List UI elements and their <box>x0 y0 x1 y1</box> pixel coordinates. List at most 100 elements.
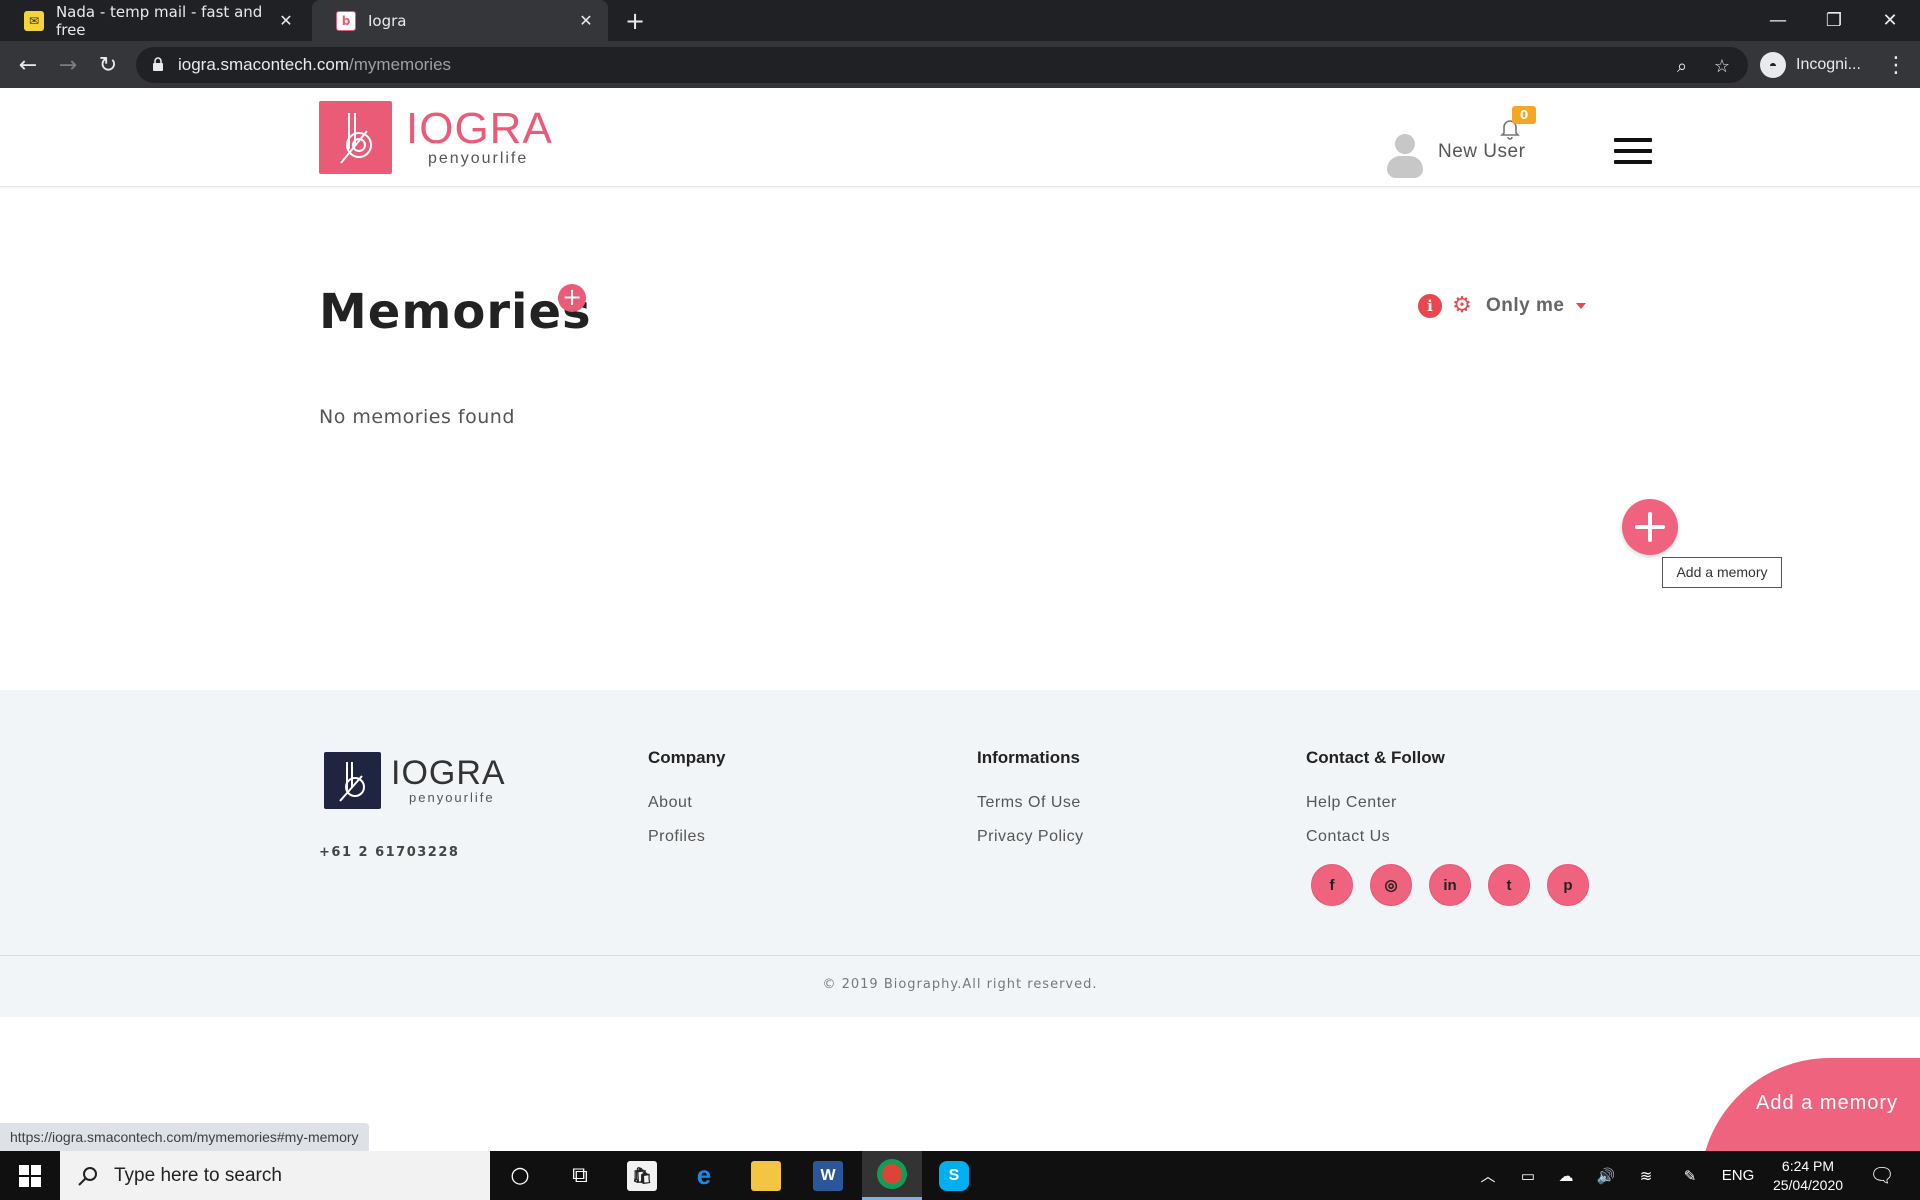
pen-icon[interactable]: ✎ <box>1676 1151 1704 1200</box>
footer-column-title: Contact & Follow <box>1306 748 1445 767</box>
avatar <box>1384 134 1426 180</box>
empty-state-message: No memories found <box>319 406 515 428</box>
site-header: IOGRA penyourlife New User 0 <box>0 88 1920 187</box>
reload-icon[interactable]: ↻ <box>92 49 124 81</box>
social-links: f ◎ in t p <box>1311 864 1606 906</box>
visibility-label: Only me <box>1486 295 1565 316</box>
clock-time: 6:24 PM <box>1781 1158 1835 1174</box>
close-tab-icon[interactable]: ✕ <box>576 10 596 30</box>
clock-date: 25/04/2020 <box>1772 1177 1844 1193</box>
notifications-icon[interactable]: 🗨 <box>1862 1151 1902 1200</box>
skype-icon[interactable]: S <box>924 1151 984 1200</box>
footer-link-about[interactable]: About <box>648 794 725 812</box>
info-icon[interactable]: i <box>1418 294 1442 318</box>
footer-logo-mark <box>324 752 381 809</box>
cortana-icon[interactable]: ○ <box>490 1151 550 1200</box>
system-clock[interactable]: 6:24 PM 25/04/2020 <box>1764 1157 1852 1195</box>
facebook-icon[interactable]: f <box>1311 864 1353 906</box>
footer-link-contact-us[interactable]: Contact Us <box>1306 828 1445 846</box>
link-status-preview: https://iogra.smacontech.com/mymemories#… <box>0 1123 369 1151</box>
footer-logo[interactable]: IOGRA penyourlife <box>324 752 506 809</box>
footer-column-title: Informations <box>977 748 1080 767</box>
footer-link-privacy[interactable]: Privacy Policy <box>977 828 1084 846</box>
gear-icon[interactable]: ⚙ <box>1450 294 1474 318</box>
add-memory-plus-icon[interactable]: + <box>558 284 586 312</box>
footer-link-help-center[interactable]: Help Center <box>1306 794 1445 812</box>
window-close-icon[interactable]: ✕ <box>1862 0 1918 41</box>
tab-nada[interactable]: ✉ Nada - temp mail - fast and free ✕ <box>0 0 308 41</box>
windows-start-icon[interactable] <box>0 1151 60 1200</box>
edge-icon[interactable]: e <box>674 1151 734 1200</box>
language-indicator[interactable]: ENG <box>1718 1151 1758 1200</box>
footer-column-contact: Contact & Follow Help Center Contact Us <box>1306 748 1445 862</box>
twitter-icon[interactable]: t <box>1488 864 1530 906</box>
onedrive-icon[interactable]: ☁ <box>1552 1151 1580 1200</box>
notification-badge: 0 <box>1512 106 1536 124</box>
browser-menu-icon[interactable]: ⋮ <box>1880 49 1912 81</box>
footer-logo-title: IOGRA <box>391 754 506 792</box>
linkedin-icon[interactable]: in <box>1429 864 1471 906</box>
incognito-icon: ◓ <box>1760 52 1786 78</box>
search-placeholder: Type here to search <box>114 1164 282 1186</box>
add-memory-fab[interactable] <box>1622 499 1678 555</box>
hamburger-menu-icon[interactable] <box>1614 138 1652 166</box>
profile-label: Incogni... <box>1796 56 1861 73</box>
user-menu[interactable]: New User <box>1384 134 1525 180</box>
file-explorer-icon[interactable] <box>736 1151 796 1200</box>
wifi-icon[interactable]: ≋ <box>1632 1151 1660 1200</box>
minimize-icon[interactable]: — <box>1750 0 1806 41</box>
browser-toolbar: ← → ↻ iogra.smacontech.com/mymemories ⌕ … <box>0 41 1920 88</box>
visibility-selector[interactable]: i ⚙ Only me <box>1418 294 1587 318</box>
username: New User <box>1438 141 1526 162</box>
back-icon[interactable]: ← <box>12 49 44 81</box>
site-footer: IOGRA penyourlife +61 2 61703228 Company… <box>0 690 1920 956</box>
footer-logo-tagline: penyourlife <box>409 790 495 805</box>
bookmark-star-icon[interactable]: ☆ <box>1710 54 1734 78</box>
copyright-bar: © 2019 Biography.All right reserved. <box>0 955 1920 1017</box>
pinterest-icon[interactable]: p <box>1547 864 1589 906</box>
tab-title: Nada - temp mail - fast and free <box>55 2 263 39</box>
chrome-icon[interactable] <box>862 1151 922 1200</box>
url-text: iogra.smacontech.com/mymemories <box>178 55 451 75</box>
instagram-icon[interactable]: ◎ <box>1370 864 1412 906</box>
search-icon <box>78 1166 97 1186</box>
tray-overflow-icon[interactable]: ︿ <box>1474 1151 1502 1200</box>
battery-icon[interactable]: ▭ <box>1514 1151 1542 1200</box>
footer-column-title: Company <box>648 748 726 767</box>
word-icon[interactable]: W <box>798 1151 858 1200</box>
page-title: Memories <box>319 284 592 340</box>
url-host: iogra.smacontech.com <box>178 55 350 74</box>
store-icon[interactable]: 🛍 <box>612 1151 672 1200</box>
tab-iogra[interactable]: b Iogra ✕ <box>312 0 608 41</box>
task-view-icon[interactable]: ⧉ <box>550 1151 610 1200</box>
forward-icon[interactable]: → <box>52 49 84 81</box>
iogra-icon: b <box>336 10 356 31</box>
nada-icon: ✉ <box>24 10 44 31</box>
close-tab-icon[interactable]: ✕ <box>276 10 296 30</box>
address-bar[interactable]: iogra.smacontech.com/mymemories ⌕ ☆ <box>136 47 1748 83</box>
add-memory-label: Add a memory <box>1756 1092 1899 1114</box>
logo-title: IOGRA <box>406 104 553 153</box>
chevron-down-icon <box>1576 303 1587 309</box>
taskbar-search-input[interactable]: Type here to search <box>60 1151 490 1200</box>
zoom-icon[interactable]: ⌕ <box>1670 54 1694 78</box>
browser-tabstrip: ✉ Nada - temp mail - fast and free ✕ b I… <box>0 0 1920 41</box>
fab-tooltip: Add a memory <box>1662 557 1782 588</box>
footer-column-company: Company About Profiles <box>648 748 725 862</box>
lock-icon <box>153 57 163 71</box>
url-path: /mymemories <box>349 55 452 74</box>
logo-tagline: penyourlife <box>428 150 529 167</box>
site-logo[interactable]: IOGRA penyourlife <box>319 100 552 174</box>
incognito-profile[interactable]: ◓ Incogni... <box>1754 47 1868 83</box>
logo-mark <box>319 100 392 174</box>
copyright-text: © 2019 Biography.All right reserved. <box>822 977 1098 992</box>
windows-taskbar: Type here to search ○ ⧉ 🛍 e W S ︿ ▭ ☁ 🔊 … <box>0 1151 1920 1200</box>
footer-phone: +61 2 61703228 <box>319 845 460 860</box>
footer-column-informations: Informations Terms Of Use Privacy Policy <box>977 748 1084 862</box>
restore-icon[interactable]: ❐ <box>1806 0 1862 41</box>
footer-link-profiles[interactable]: Profiles <box>648 828 725 846</box>
new-tab-button[interactable]: + <box>622 7 648 35</box>
footer-link-terms[interactable]: Terms Of Use <box>977 794 1084 812</box>
volume-icon[interactable]: 🔊 <box>1592 1151 1620 1200</box>
tab-title: Iogra <box>368 11 407 30</box>
